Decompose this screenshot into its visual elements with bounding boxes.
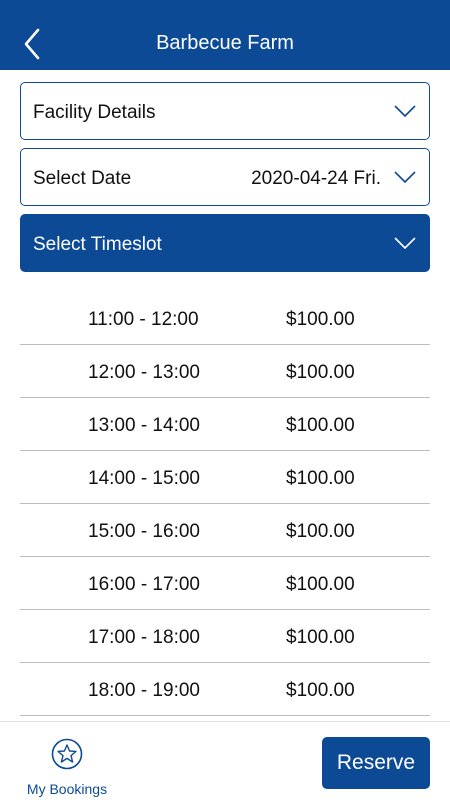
timeslot-price: $100.00 xyxy=(286,362,355,383)
timeslot-row[interactable]: 13:00 - 14:00 $100.00 xyxy=(20,398,430,451)
timeslot-row[interactable]: 16:00 - 17:00 $100.00 xyxy=(20,557,430,610)
page-title: Barbecue Farm xyxy=(156,32,294,54)
timeslot-row[interactable]: 12:00 - 13:00 $100.00 xyxy=(20,345,430,398)
timeslot-time: 12:00 - 13:00 xyxy=(88,362,200,383)
timeslot-time: 14:00 - 15:00 xyxy=(88,468,200,489)
timeslot-row[interactable]: 11:00 - 12:00 $100.00 xyxy=(20,292,430,345)
timeslot-time: 18:00 - 19:00 xyxy=(88,680,200,701)
timeslot-price: $100.00 xyxy=(286,309,355,330)
chevron-down-icon xyxy=(394,237,416,250)
timeslot-row[interactable]: 17:00 - 18:00 $100.00 xyxy=(20,610,430,663)
facility-details-label: Facility Details xyxy=(33,102,156,123)
star-icon xyxy=(51,738,83,770)
bottom-bar: My Bookings Reserve xyxy=(0,721,450,800)
selected-date-value: 2020-04-24 Fri. xyxy=(251,168,381,189)
timeslot-time: 13:00 - 14:00 xyxy=(88,415,200,436)
timeslot-price: $100.00 xyxy=(286,627,355,648)
my-bookings-button[interactable]: My Bookings xyxy=(22,738,112,797)
timeslot-price: $100.00 xyxy=(286,574,355,595)
select-date-label: Select Date xyxy=(33,168,132,189)
select-timeslot-dropdown[interactable]: Select Timeslot xyxy=(20,214,430,272)
facility-details-dropdown[interactable]: Facility Details xyxy=(20,82,430,140)
reserve-button[interactable]: Reserve xyxy=(322,737,430,789)
timeslot-time: 15:00 - 16:00 xyxy=(88,521,200,542)
timeslot-list: 11:00 - 12:00 $100.00 12:00 - 13:00 $100… xyxy=(20,292,430,716)
timeslot-row[interactable]: 15:00 - 16:00 $100.00 xyxy=(20,504,430,557)
app-header: Barbecue Farm xyxy=(0,0,450,70)
timeslot-price: $100.00 xyxy=(286,521,355,542)
chevron-down-icon xyxy=(394,171,416,184)
chevron-down-icon xyxy=(394,105,416,118)
timeslot-time: 11:00 - 12:00 xyxy=(88,309,199,330)
my-bookings-label: My Bookings xyxy=(26,781,108,797)
timeslot-price: $100.00 xyxy=(286,680,355,701)
timeslot-time: 17:00 - 18:00 xyxy=(88,627,200,648)
timeslot-price: $100.00 xyxy=(286,468,355,489)
timeslot-time: 16:00 - 17:00 xyxy=(88,574,200,595)
timeslot-row[interactable]: 14:00 - 15:00 $100.00 xyxy=(20,451,430,504)
select-timeslot-label: Select Timeslot xyxy=(33,234,162,255)
timeslot-row[interactable]: 18:00 - 19:00 $100.00 xyxy=(20,663,430,716)
timeslot-price: $100.00 xyxy=(286,415,355,436)
select-date-dropdown[interactable]: Select Date 2020-04-24 Fri. xyxy=(20,148,430,206)
